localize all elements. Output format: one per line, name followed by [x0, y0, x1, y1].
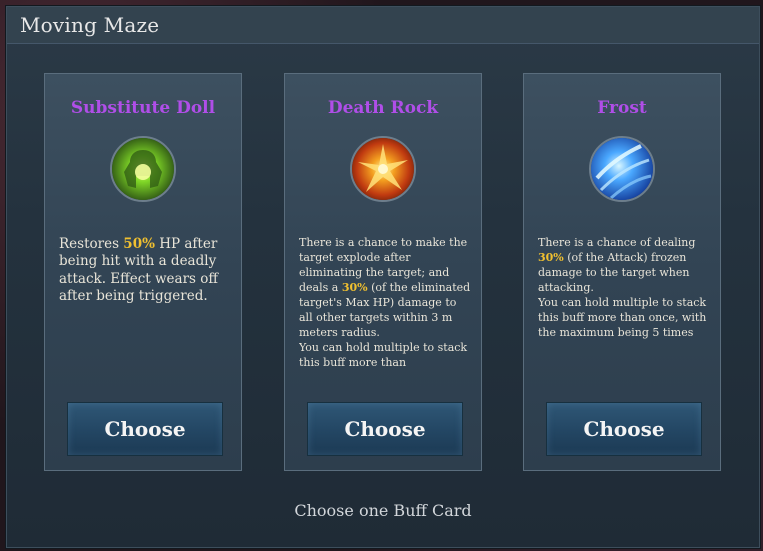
buff-card-death-rock[interactable]: Death Rock There is a chance to make the…	[284, 73, 482, 471]
title-bar: Moving Maze	[7, 7, 759, 44]
buff-card-frost[interactable]: Frost There is a chance of dealing 30% (…	[523, 73, 721, 471]
death-rock-icon	[350, 136, 416, 202]
choose-button[interactable]: Choose	[67, 402, 223, 456]
instruction-text: Choose one Buff Card	[294, 501, 472, 520]
card-name: Death Rock	[327, 98, 439, 118]
card-name: Substitute Doll	[70, 98, 216, 118]
choose-button[interactable]: Choose	[546, 402, 702, 456]
frost-icon	[589, 136, 655, 202]
buff-dialog: Moving Maze Substitute Doll Restores 50%…	[6, 6, 760, 548]
dialog-title: Moving Maze	[20, 13, 160, 37]
choose-button[interactable]: Choose	[307, 402, 463, 456]
buff-card-substitute-doll[interactable]: Substitute Doll Restores 50% HP after be…	[44, 73, 242, 471]
substitute-doll-icon	[110, 136, 176, 202]
card-description: There is a chance of dealing 30% (of the…	[538, 236, 707, 339]
card-name: Frost	[597, 98, 647, 118]
card-description: There is a chance to make the target exp…	[299, 236, 471, 369]
card-description: Restores 50% HP after being hit with a d…	[59, 236, 218, 304]
